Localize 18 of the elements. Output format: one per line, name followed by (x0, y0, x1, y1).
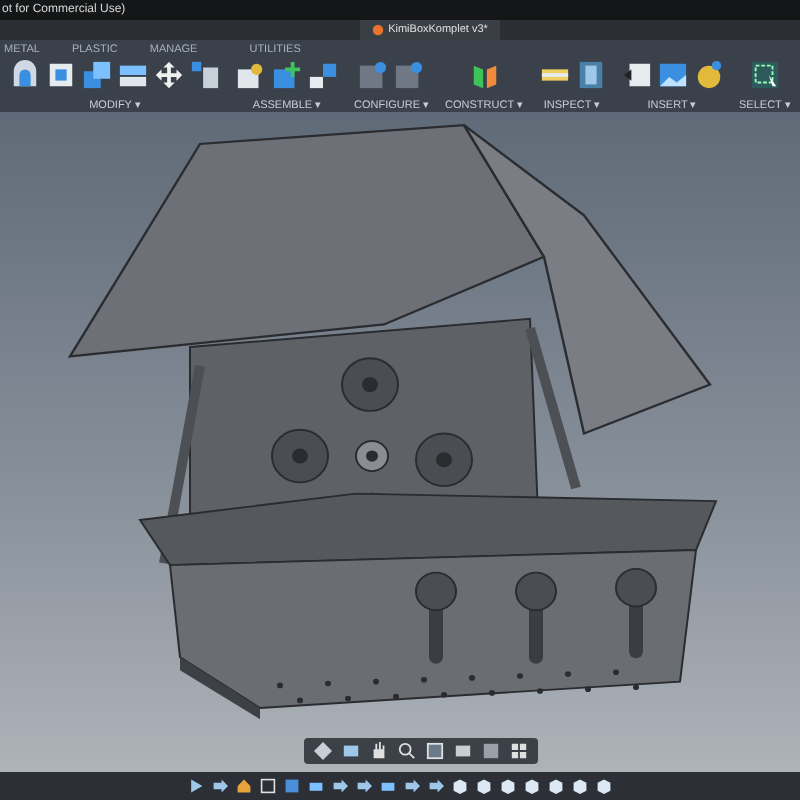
layers-icon[interactable] (118, 60, 148, 90)
image-icon[interactable] (657, 60, 687, 90)
shell-icon[interactable] (10, 60, 40, 90)
zoom-icon[interactable] (398, 742, 416, 760)
move-icon[interactable] (154, 60, 184, 90)
pan-icon[interactable] (370, 742, 388, 760)
house-icon[interactable] (236, 778, 252, 794)
box-icon[interactable] (260, 778, 276, 794)
orbit-icon[interactable] (314, 742, 332, 760)
plates-icon[interactable] (82, 60, 112, 90)
select-icon[interactable] (749, 60, 780, 90)
fit-icon[interactable] (426, 742, 444, 760)
viewports-icon[interactable] (510, 742, 528, 760)
play-icon[interactable] (188, 778, 204, 794)
step-icon[interactable] (212, 778, 228, 794)
joint-icon[interactable] (236, 60, 266, 90)
document-icon (372, 24, 385, 36)
new-part-icon[interactable] (272, 60, 302, 90)
